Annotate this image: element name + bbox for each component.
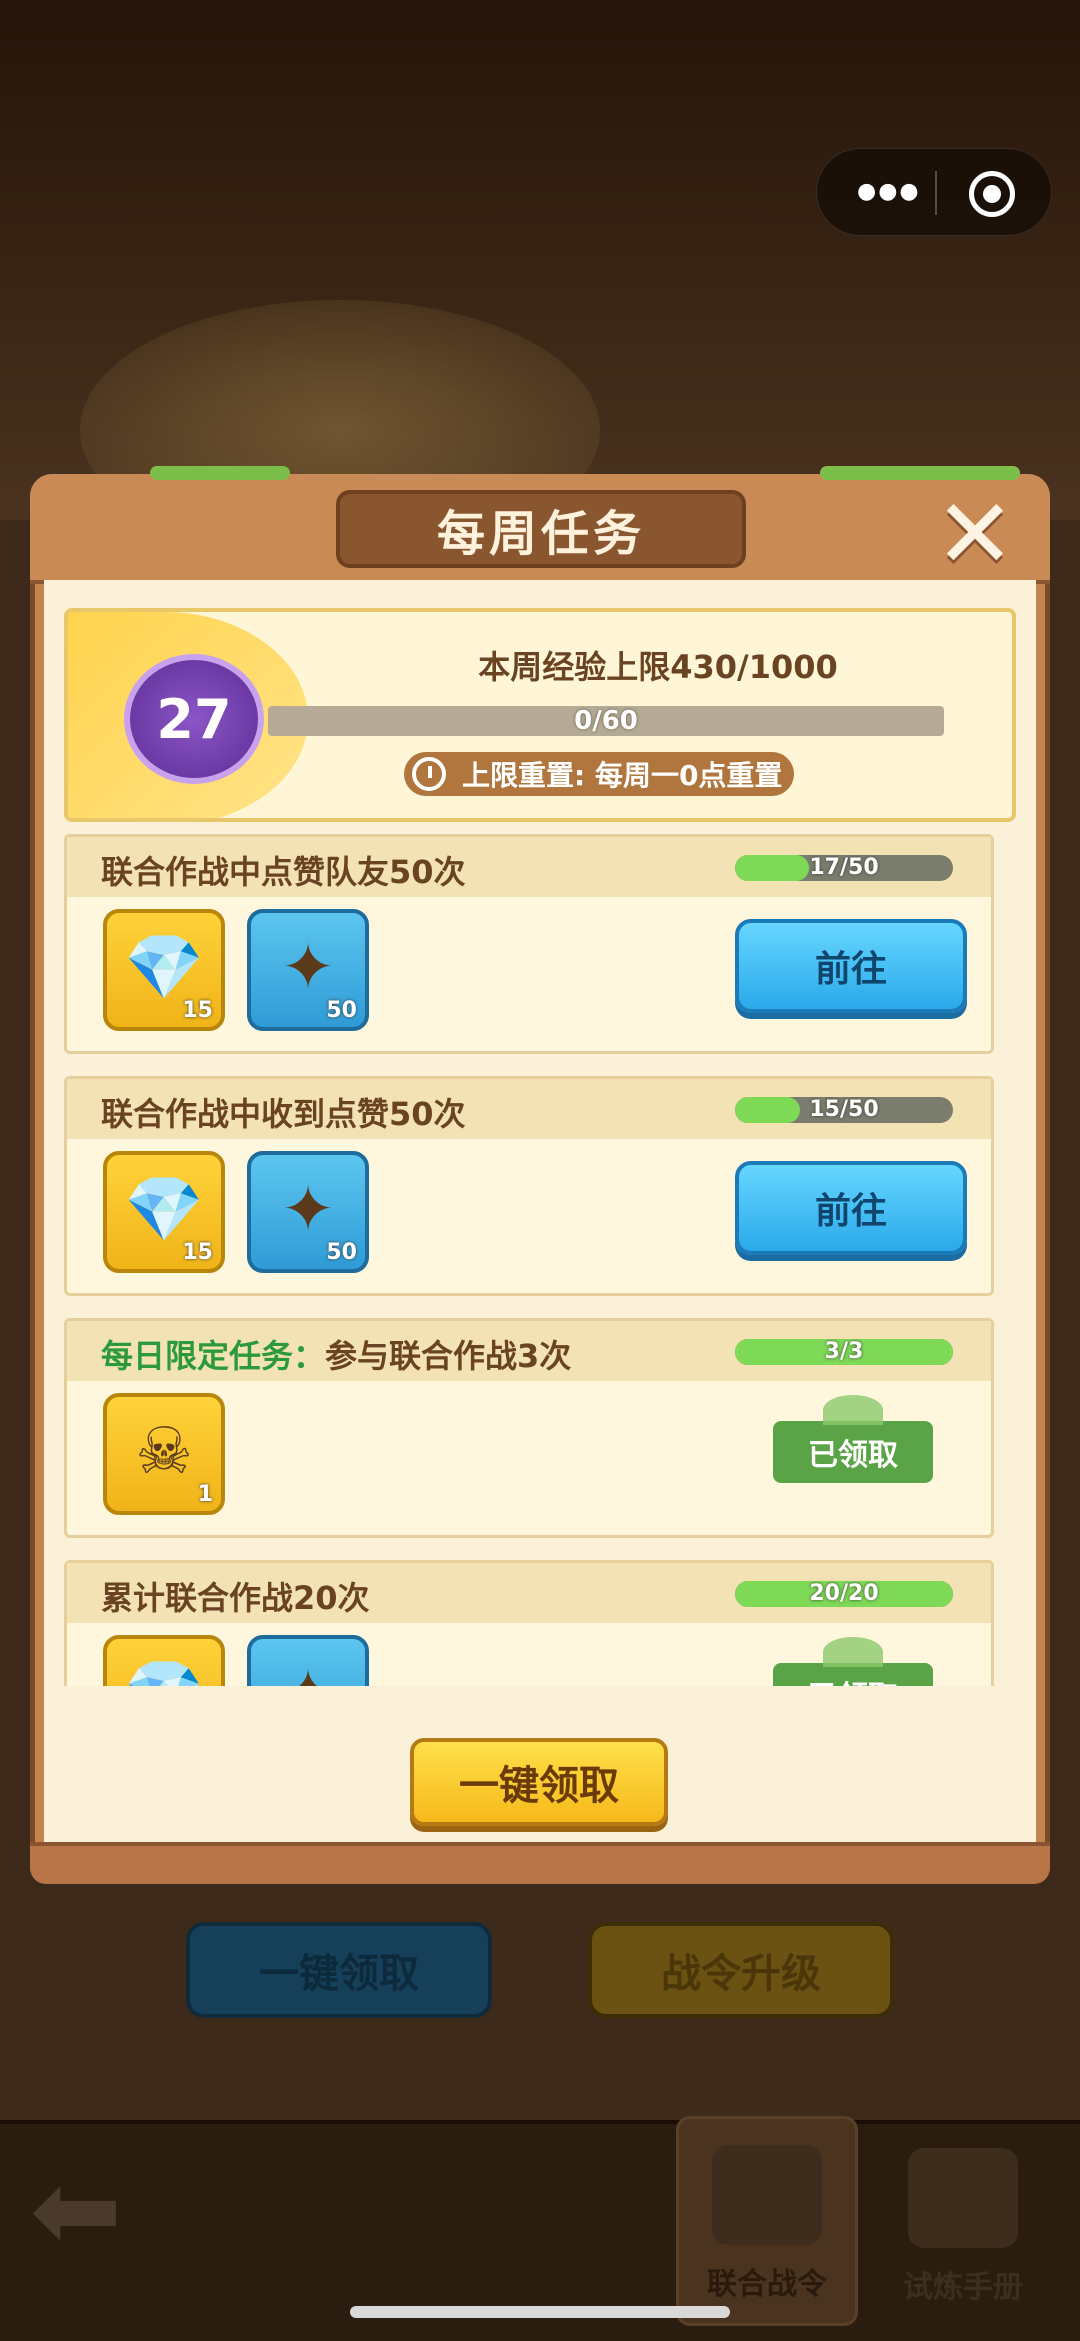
gun-icon (712, 2145, 822, 2245)
level-badge: 27 (124, 654, 264, 784)
reward-slot[interactable]: ✦ 50 (247, 909, 369, 1031)
task-card: 联合作战中收到点赞50次 15/50 💎 15 ✦ 50 前往 (64, 1076, 994, 1296)
reward-qty: 15 (182, 1240, 213, 1265)
task-name: 联合作战中收到点赞50次 (101, 1089, 466, 1135)
close-icon: ✕ (934, 478, 1016, 590)
task-progress-text: 17/50 (809, 855, 879, 880)
miniapp-capsule: ●●● (816, 148, 1052, 236)
weekly-exp-panel: 27 本周经验上限430/1000 0/60 上限重置: 每周一0点重置 (64, 608, 1016, 822)
home-indicator (350, 2306, 730, 2318)
back-arrow-icon[interactable]: ⬅ (30, 2155, 150, 2265)
modal-footer-plank (30, 1842, 1050, 1884)
reward-qty: 15 (182, 998, 213, 1023)
reset-info-pill: 上限重置: 每周一0点重置 (404, 752, 794, 796)
reward-slot[interactable]: ✦ 50 (247, 1151, 369, 1273)
reward-slot[interactable]: 💎 15 (103, 909, 225, 1031)
reset-text: 上限重置: 每周一0点重置 (462, 759, 783, 792)
task-prefix: 每日限定任务： (101, 1337, 326, 1375)
tab-label: 试炼手册 (903, 2270, 1023, 2305)
tab-joint-pass[interactable]: 联合战令 (676, 2116, 858, 2326)
go-button[interactable]: 前往 (735, 1161, 967, 1255)
task-progress-bar: 17/50 (735, 855, 953, 881)
task-progress-text: 15/50 (809, 1097, 879, 1122)
claim-all-button[interactable]: 一键领取 (410, 1738, 668, 1826)
task-card: 联合作战中点赞队友50次 17/50 💎 15 ✦ 50 前往 (64, 834, 994, 1054)
claimed-badge: 已领取 (773, 1637, 933, 1686)
task-name: 联合作战中点赞队友50次 (101, 847, 466, 893)
task-card: 累计联合作战20次 20/20 💎 ✦ 已领取 (64, 1560, 994, 1686)
close-button[interactable]: ✕ (930, 486, 1020, 582)
reward-qty: 50 (326, 1240, 357, 1265)
background-claim-all-button: 一键领取 (186, 1922, 492, 2018)
task-title: 累计联合作战20次 (101, 1579, 370, 1617)
capsule-divider (935, 171, 937, 215)
task-title: 联合作战中点赞队友50次 (101, 853, 466, 891)
task-list[interactable]: 联合作战中点赞队友50次 17/50 💎 15 ✦ 50 前往 联合作战中收到点… (64, 834, 1016, 1686)
reward-slot[interactable]: 💎 (103, 1635, 225, 1686)
clock-icon (412, 757, 446, 791)
exp-progress-text: 0/60 (574, 706, 638, 736)
reward-slot[interactable]: ✦ (247, 1635, 369, 1686)
silver-emblem-icon: ✦ (251, 1649, 365, 1686)
task-name: 每日限定任务：参与联合作战3次 (101, 1331, 571, 1377)
go-button[interactable]: 前往 (735, 919, 967, 1013)
task-title: 参与联合作战3次 (325, 1337, 572, 1375)
task-card: 每日限定任务：参与联合作战3次 3/3 ☠ 1 已领取 (64, 1318, 994, 1538)
exp-progress-bar: 0/60 (268, 706, 944, 736)
task-progress-text: 20/20 (809, 1581, 879, 1606)
reward-qty: 1 (197, 1482, 213, 1507)
reward-slot[interactable]: ☠ 1 (103, 1393, 225, 1515)
target-icon[interactable] (969, 171, 1015, 217)
tab-label: 联合战令 (707, 2267, 827, 2302)
tab-trial-handbook[interactable]: 试炼手册 (872, 2116, 1054, 2326)
level-number: 27 (156, 687, 232, 751)
task-title: 联合作战中收到点赞50次 (101, 1095, 466, 1133)
reward-slot[interactable]: 💎 15 (103, 1151, 225, 1273)
task-progress-bar: 3/3 (735, 1339, 953, 1365)
task-progress-bar: 15/50 (735, 1097, 953, 1123)
modal-title: 每周任务 (436, 506, 645, 562)
grass-decoration (150, 466, 290, 480)
reward-qty: 50 (326, 998, 357, 1023)
title-plaque: 每周任务 (336, 490, 746, 568)
more-dots-icon[interactable]: ●●● (857, 179, 921, 204)
background-upgrade-button: 战令升级 (588, 1922, 894, 2018)
task-progress-text: 3/3 (824, 1339, 864, 1364)
task-progress-bar: 20/20 (735, 1581, 953, 1607)
diamond-icon: 💎 (107, 1649, 221, 1686)
scroll-icon (908, 2148, 1018, 2248)
claimed-badge: 已领取 (773, 1395, 933, 1483)
task-name: 累计联合作战20次 (101, 1573, 370, 1619)
exp-cap-text: 本周经验上限430/1000 (478, 648, 838, 686)
